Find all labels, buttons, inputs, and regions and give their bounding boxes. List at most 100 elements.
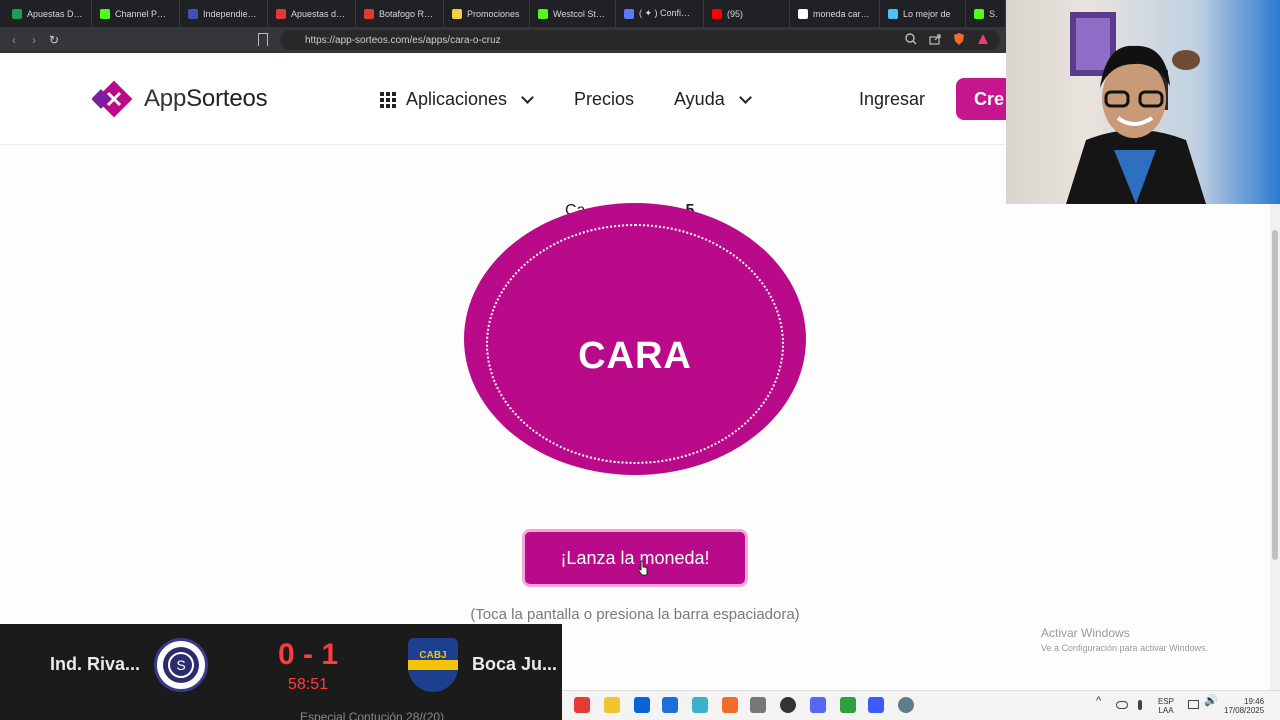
coin-result-label: CARA [578, 335, 692, 377]
tab-label: St [989, 8, 997, 19]
wps-app-icon[interactable] [574, 697, 590, 713]
zoom-icon[interactable] [904, 32, 918, 46]
tab-favicon-icon [538, 8, 548, 19]
tab-favicon-icon [798, 8, 808, 19]
browser-tab[interactable]: Botafogo RJ - F [356, 0, 444, 27]
brave-browser-icon[interactable] [722, 697, 738, 713]
windows-activation-watermark: Activar Windows Ve a Configuración para … [1041, 626, 1208, 653]
notepad-icon[interactable] [692, 697, 708, 713]
nav-ayuda[interactable]: Ayuda [674, 89, 752, 110]
away-team-crest-icon: CABJ [408, 638, 458, 692]
bookmark-icon[interactable] [258, 33, 268, 46]
reload-icon[interactable]: ↻ [44, 30, 64, 50]
nav-ayuda-label: Ayuda [674, 89, 725, 109]
windows-taskbar: ^ ESP LAA 🔊 19:46 17/08/2025 [562, 690, 1280, 720]
chevron-down-icon [738, 90, 752, 104]
logo-mark-icon [91, 77, 136, 121]
tab-label: Botafogo RJ - F [379, 8, 435, 19]
nav-aplicaciones[interactable]: Aplicaciones [380, 89, 534, 110]
hint-text: (Toca la pantalla o presiona la barra es… [470, 606, 800, 623]
url-text: https://app-sorteos.com/es/apps/cara-o-c… [305, 34, 501, 46]
chevron-down-icon [521, 90, 534, 104]
tab-favicon-icon [888, 8, 898, 19]
brave-shield-icon[interactable] [952, 32, 966, 46]
lang-bottom: LAA [1158, 706, 1174, 715]
store-icon[interactable] [662, 697, 678, 713]
tab-favicon-icon [12, 8, 22, 19]
hand-cursor-icon [638, 560, 648, 576]
browser-tab[interactable]: Apuestas Depo [4, 0, 92, 27]
score-text: 0 - 1 [277, 638, 339, 671]
lang-top: ESP [1158, 697, 1175, 706]
tab-favicon-icon [100, 8, 110, 19]
settings-gear-icon[interactable] [898, 697, 914, 713]
browser-tab[interactable]: St [966, 0, 1006, 27]
tray-chevron-up-icon[interactable]: ^ [1096, 696, 1101, 707]
browser-tab[interactable]: Apuestas depo [268, 0, 356, 27]
svg-text:CABJ: CABJ [419, 650, 446, 661]
webcam-image [1066, 12, 1206, 204]
microphone-icon[interactable] [1138, 700, 1142, 710]
screen: Apuestas Depo Channel Points Independiente… [0, 0, 1280, 720]
nav-precios[interactable]: Precios [574, 89, 634, 110]
browser-tab[interactable]: Promociones [444, 0, 530, 27]
home-team-crest-icon: S [154, 638, 208, 692]
browser-tab[interactable]: Independiente [180, 0, 268, 27]
tab-favicon-icon [452, 8, 462, 19]
discord-icon[interactable] [810, 697, 826, 713]
tab-label: Apuestas depo [291, 8, 347, 19]
tab-label: ( ✦ ) Configura [639, 8, 695, 18]
page-scrollbar[interactable] [1270, 204, 1280, 690]
match-clock: 58:51 [287, 676, 329, 693]
tab-favicon-icon [712, 8, 722, 19]
browser-tab[interactable]: ( ✦ ) Configura [616, 0, 704, 27]
login-link[interactable]: Ingresar [859, 89, 925, 110]
apps-grid-icon [380, 91, 396, 108]
tab-label: Independiente [203, 8, 259, 19]
tab-label: (95) [727, 8, 744, 19]
tab-label: moneda cara o [813, 8, 871, 19]
watermark-line1: Activar Windows [1041, 626, 1130, 640]
tab-label: Promociones [467, 8, 520, 19]
flip-coin-button[interactable]: ¡Lanza la moneda! [522, 529, 748, 587]
tab-favicon-icon [624, 8, 634, 19]
file-explorer-icon[interactable] [604, 697, 620, 713]
language-indicator[interactable]: ESP LAA [1158, 697, 1174, 715]
clock-date: 17/08/2025 [1224, 706, 1265, 715]
tab-label: Westcol Stream [553, 8, 607, 19]
coin[interactable]: CARA [464, 203, 806, 475]
app-launcher-icon[interactable] [868, 697, 884, 713]
outlook-icon[interactable] [634, 697, 650, 713]
forward-icon[interactable]: › [24, 30, 44, 50]
scrollbar-thumb[interactable] [1272, 230, 1278, 560]
tab-label: Apuestas Depo [27, 8, 83, 19]
volume-icon[interactable]: 🔊 [1204, 696, 1218, 707]
browser-tab[interactable]: Lo mejor de [880, 0, 966, 27]
watermark-line2: Ve a Configuración para activar Windows. [1041, 643, 1209, 653]
score-subline: Especial Contución 28/(20) [300, 710, 445, 720]
share-icon[interactable] [928, 32, 942, 46]
toolbar-actions [904, 32, 990, 46]
browser-tab[interactable]: Channel Points [92, 0, 180, 27]
chat-app-icon[interactable] [840, 697, 856, 713]
brave-rewards-icon[interactable] [976, 32, 990, 46]
network-icon[interactable] [1188, 700, 1199, 709]
svg-text:S: S [176, 657, 185, 673]
browser-tab[interactable]: moneda cara o [790, 0, 880, 27]
onedrive-icon[interactable] [1116, 701, 1128, 709]
clock-time: 19:46 [1244, 697, 1265, 706]
system-clock[interactable]: 19:46 17/08/2025 [1224, 697, 1264, 715]
login-label: Ingresar [859, 89, 926, 109]
address-bar[interactable]: https://app-sorteos.com/es/apps/cara-o-c… [280, 30, 1000, 50]
browser-tab[interactable]: Westcol Stream [530, 0, 616, 27]
calculator-icon[interactable] [750, 697, 766, 713]
tab-favicon-icon [364, 8, 374, 19]
obs-icon[interactable] [780, 697, 796, 713]
browser-tab[interactable]: (95) [704, 0, 790, 27]
appsorteos-logo[interactable]: AppSorteos [91, 77, 268, 121]
tab-favicon-icon [188, 8, 198, 19]
scoreboard-overlay: Ind. Riva... S 0 - 1 58:51 CABJ Boca Ju.… [0, 624, 562, 720]
logo-text: AppSorteos [144, 85, 268, 112]
tab-favicon-icon [276, 8, 286, 19]
back-icon[interactable]: ‹ [4, 30, 24, 50]
